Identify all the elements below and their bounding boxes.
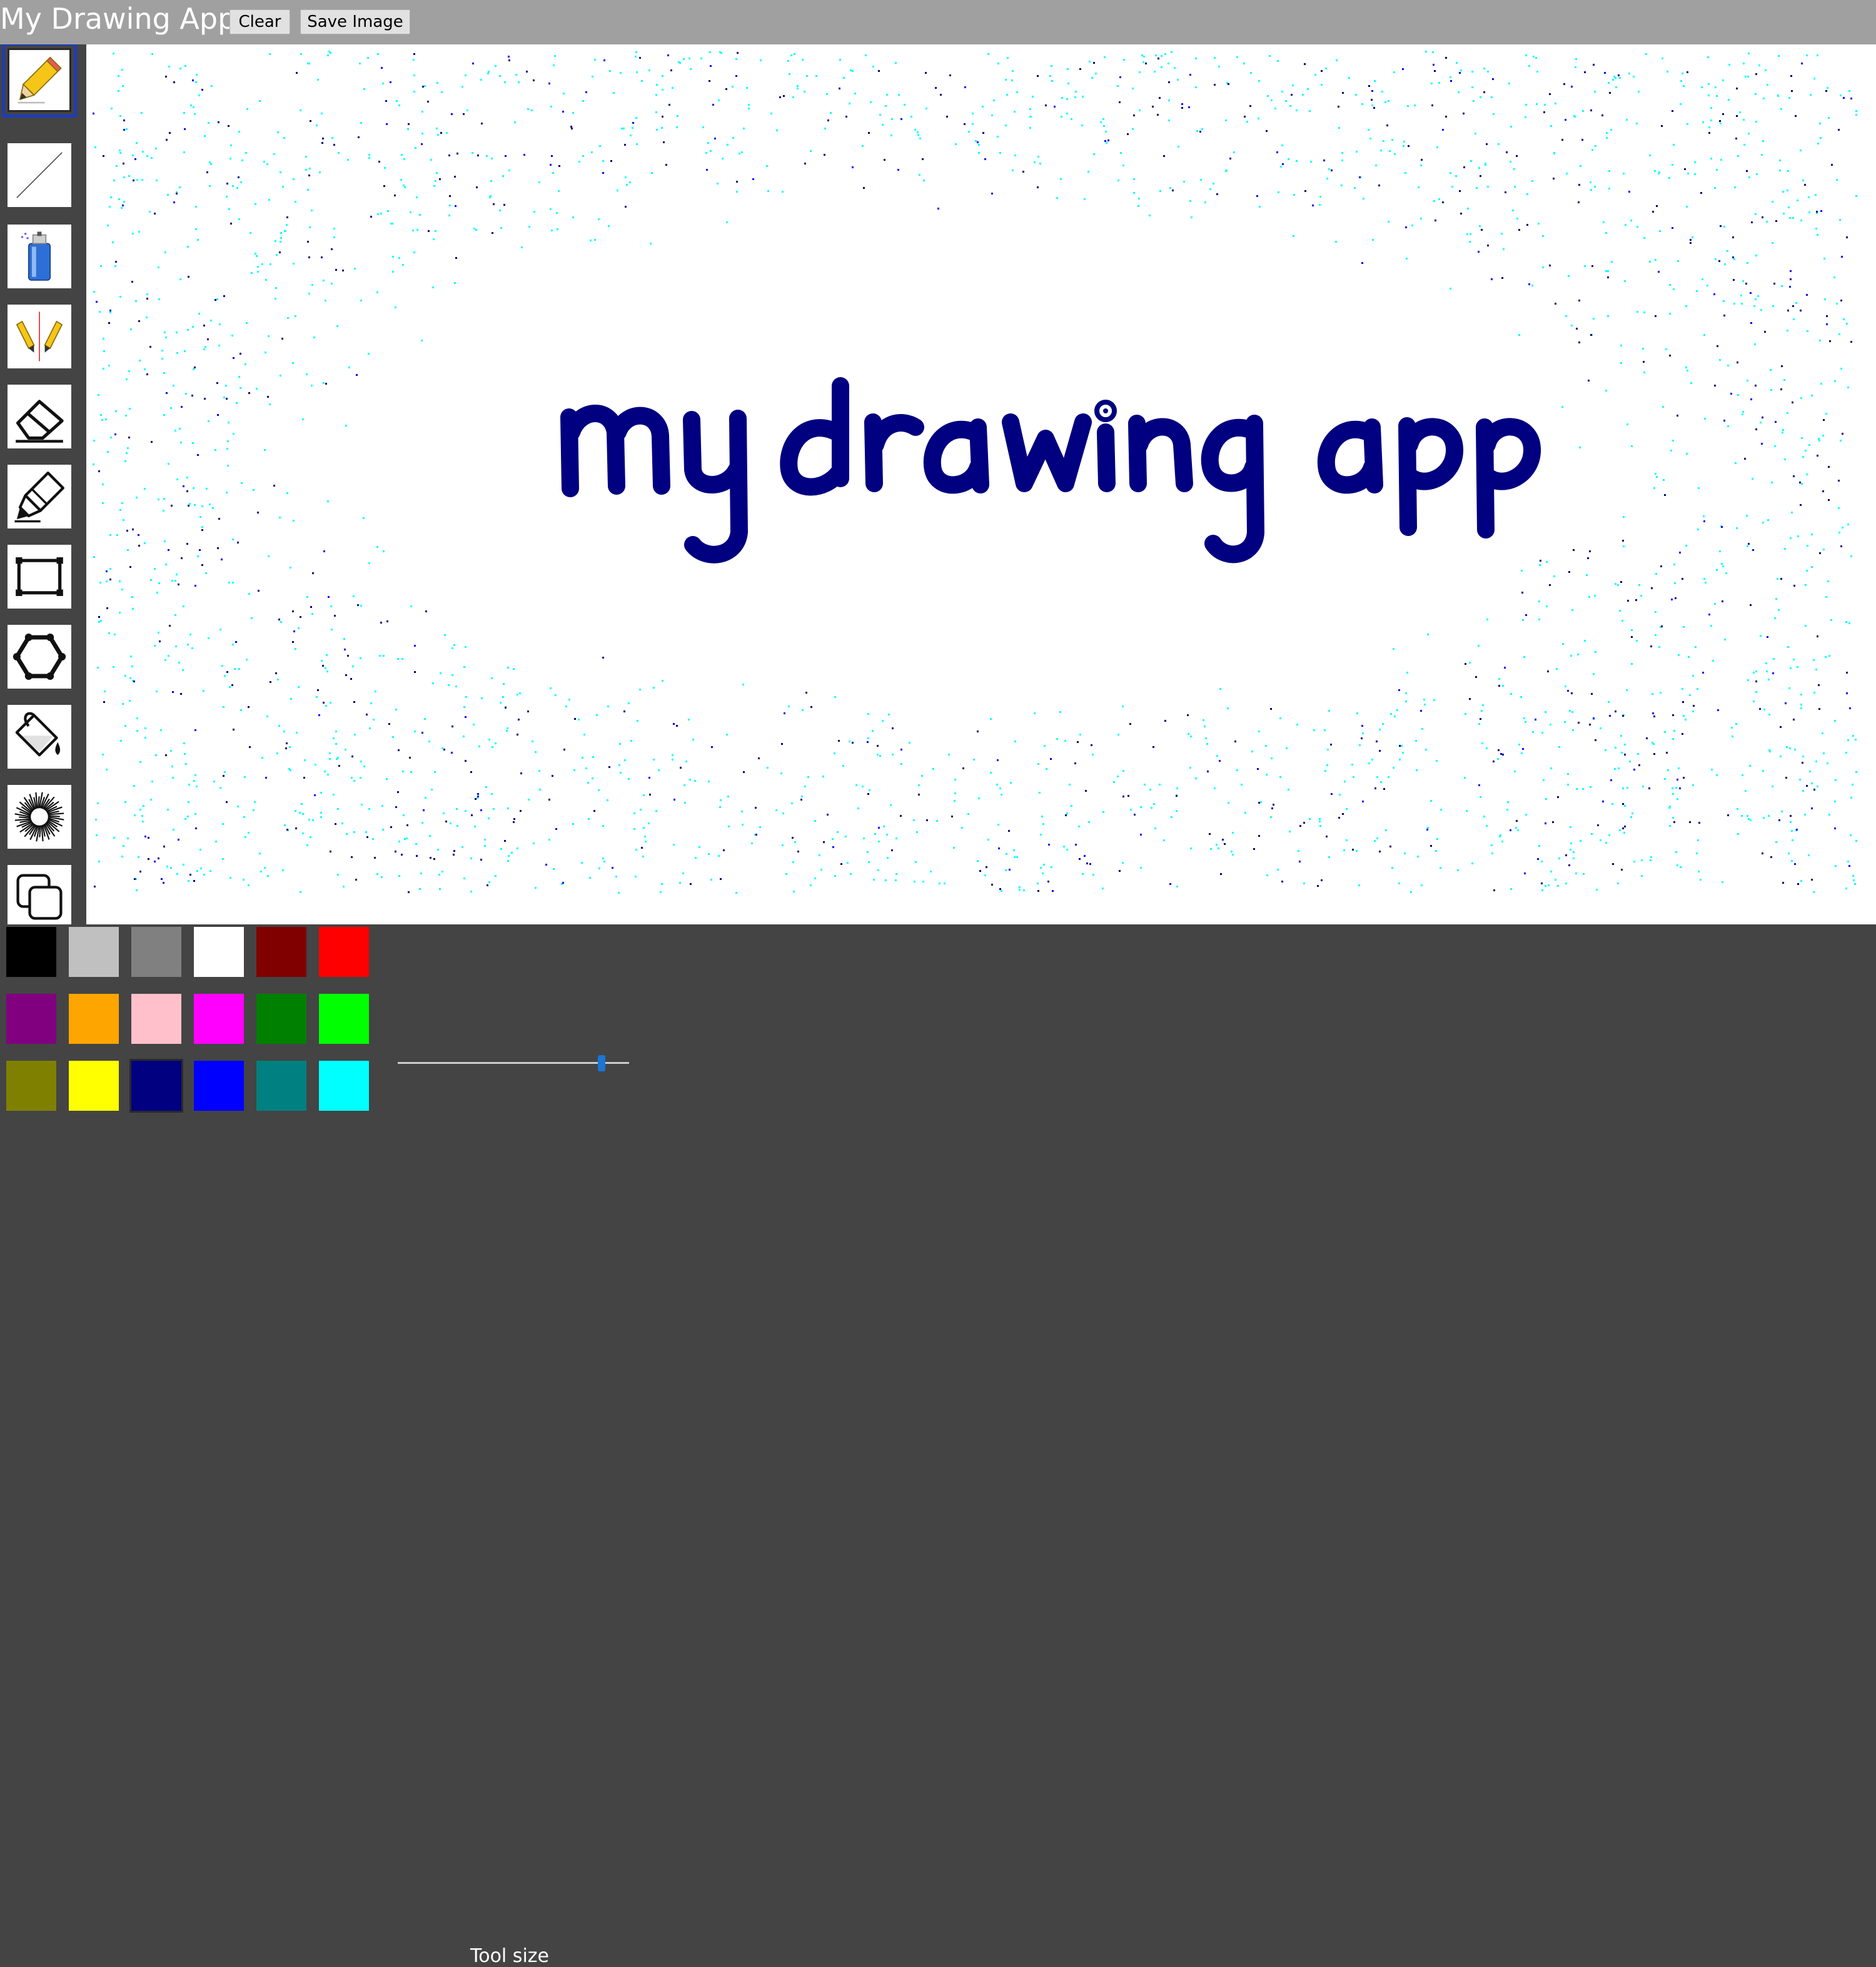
color-swatch[interactable] <box>194 1061 244 1111</box>
fill-tool[interactable] <box>8 705 71 769</box>
eraser-icon <box>16 400 64 443</box>
color-swatch[interactable] <box>6 927 56 977</box>
color-swatch[interactable] <box>319 1061 369 1111</box>
app-title: My Drawing App <box>0 2 236 36</box>
color-swatch[interactable] <box>256 927 306 977</box>
mirror-pencils-icon <box>16 311 63 362</box>
tool-size-slider[interactable] <box>398 1062 629 1064</box>
pencil-icon <box>18 56 62 104</box>
spray-can-icon <box>21 231 51 281</box>
pattern-stamp-tool[interactable] <box>8 785 71 849</box>
spirograph-icon <box>14 792 64 842</box>
pencil-tool[interactable] <box>2 44 77 118</box>
paint-bucket-icon <box>15 712 61 757</box>
color-swatch[interactable] <box>69 1061 119 1111</box>
color-swatch[interactable] <box>256 1061 306 1111</box>
color-swatch[interactable] <box>129 1059 183 1113</box>
color-swatch[interactable] <box>6 994 56 1044</box>
spray-tool[interactable] <box>8 225 71 288</box>
eraser-tool[interactable] <box>8 385 71 448</box>
handwritten-text-drawing <box>560 377 1541 564</box>
rectangle-tool[interactable] <box>8 545 71 609</box>
top-bar: My Drawing App Clear Save Image <box>0 0 1876 44</box>
polygon-tool[interactable] <box>8 625 71 689</box>
rectangle-icon <box>16 557 63 596</box>
marker-icon <box>14 472 64 523</box>
color-swatch[interactable] <box>194 994 244 1044</box>
color-swatch[interactable] <box>69 927 119 977</box>
hexagon-icon <box>13 634 66 680</box>
tool-size-slider-thumb[interactable] <box>598 1055 605 1071</box>
clear-button[interactable]: Clear <box>229 9 290 34</box>
color-swatch[interactable] <box>131 927 181 977</box>
drawing-canvas[interactable] <box>86 44 1876 924</box>
copy-tool[interactable] <box>8 865 71 924</box>
line-tool[interactable] <box>8 143 71 207</box>
color-swatch[interactable] <box>69 994 119 1044</box>
highlighter-tool[interactable] <box>8 465 71 528</box>
line-icon <box>16 152 63 198</box>
color-swatch[interactable] <box>319 927 369 977</box>
mirror-pencil-tool[interactable] <box>8 305 71 368</box>
color-swatch[interactable] <box>256 994 306 1044</box>
color-swatch[interactable] <box>194 927 244 977</box>
color-swatch[interactable] <box>131 994 181 1044</box>
color-swatch[interactable] <box>319 994 369 1044</box>
copy-icon <box>16 874 63 920</box>
color-palette-panel: Tool size <box>0 924 1876 1967</box>
tool-sidebar <box>0 44 86 924</box>
tool-size-label: Tool size <box>470 1945 549 1967</box>
save-image-button[interactable]: Save Image <box>300 9 410 34</box>
color-swatch[interactable] <box>6 1061 56 1111</box>
